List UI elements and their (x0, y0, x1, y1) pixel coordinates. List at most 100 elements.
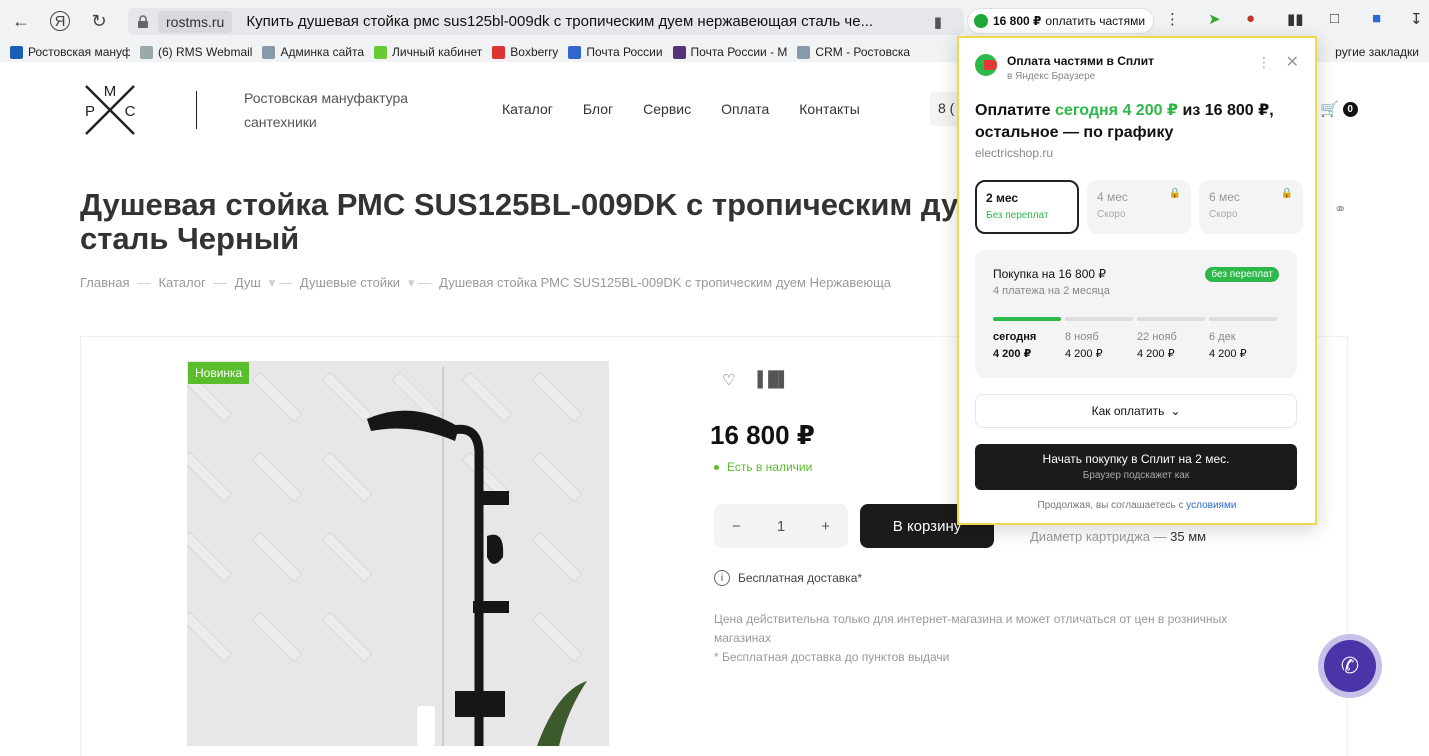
post-icon (672, 45, 686, 59)
phone-icon: ✆ (1324, 640, 1376, 692)
split-pill-label: оплатить частями (1045, 14, 1146, 28)
reload-icon[interactable]: ↻ (84, 6, 114, 36)
back-icon[interactable]: ← (6, 6, 36, 36)
call-button[interactable]: ✆ (1318, 634, 1382, 698)
chat-icon[interactable]: □ (1330, 10, 1339, 27)
product-actions: ♡ ▌█▌ (722, 371, 789, 389)
breadcrumb: Главная — Каталог — Душ ▾ — Душевые стойки ▾… (80, 275, 892, 291)
split-logo-icon (975, 54, 997, 76)
popup-headline: Оплатите сегодня 4 200 ₽ из 16 800 ₽, ос… (975, 102, 1274, 141)
lock-icon: 🔒 (1280, 188, 1293, 199)
bookmark-item[interactable]: Ростовская мануф (10, 45, 130, 59)
breadcrumb-catalog[interactable]: Каталог (158, 275, 205, 291)
cart-icon: 🛒 (1320, 101, 1339, 118)
address-bar[interactable]: rostms.ru Купить душевая стойка рмс sus1… (128, 8, 964, 35)
breadcrumb-shower-stands[interactable]: Душевые стойки (300, 275, 400, 291)
bookmark-item[interactable]: CRM - Ростовска (797, 45, 910, 59)
bookmark-item[interactable]: Boxberry (492, 45, 558, 59)
phone-number[interactable]: 8 ( (930, 92, 958, 126)
qty-plus-button[interactable]: + (821, 518, 830, 535)
bookmark-item[interactable]: (6) RMS Webmail (140, 45, 252, 59)
main-menu: Каталог Блог Сервис Оплата Контакты (502, 101, 860, 117)
payment-item: 22 нояб 4 200 ₽ (1137, 331, 1177, 360)
payment-item: 8 нояб 4 200 ₽ (1065, 331, 1103, 360)
breadcrumb-home[interactable]: Главная (80, 275, 129, 291)
webmail-icon (140, 45, 153, 59)
post-icon (568, 45, 582, 59)
popup-title: Оплата частями в Сплит (1007, 54, 1155, 68)
payment-item: сегодня 4 200 ₽ (993, 331, 1037, 360)
extension-icon[interactable]: ➤ (1208, 10, 1221, 28)
quantity-stepper: − 1 + (714, 504, 848, 548)
qty-value[interactable]: 1 (777, 518, 785, 535)
split-popup: Оплата частями в Сплит в Яндекс Браузере… (957, 36, 1317, 525)
term-option-4m[interactable]: 🔒 4 мес Скоро (1087, 180, 1191, 234)
how-to-pay-button[interactable]: Как оплатить ⌄ (975, 394, 1297, 428)
spec-row: Диаметр картриджа — 35 мм (1030, 529, 1207, 544)
start-split-button[interactable]: Начать покупку в Сплит на 2 мес. Браузер… (975, 444, 1297, 490)
share-icon[interactable]: ⚭ (1334, 200, 1347, 218)
logo-letter-c: C (125, 103, 136, 120)
shield-icon[interactable]: ■ (1372, 10, 1381, 27)
payment-schedule: Покупка на 16 800 ₽ 4 платежа на 2 месяц… (975, 250, 1297, 378)
schedule-subtitle: 4 платежа на 2 месяца (993, 285, 1110, 297)
menu-item-payment[interactable]: Оплата (721, 101, 769, 117)
split-pill-button[interactable]: 16 800 ₽ оплатить частями (968, 9, 1154, 33)
lock-icon: 🔒 (1168, 188, 1181, 199)
cabinet-icon (374, 45, 387, 59)
more-icon[interactable]: ⋮ (1165, 10, 1180, 28)
bookmark-item[interactable]: Личный кабинет (374, 45, 482, 59)
crm-icon (797, 45, 811, 59)
progress-segment (1137, 317, 1205, 321)
logo-letter-m: M (104, 83, 117, 100)
rms-logo[interactable]: M P C (82, 82, 138, 138)
download-icon[interactable]: ↧ (1410, 10, 1423, 28)
term-selector: 2 мес Без переплат 🔒 4 мес Скоро 🔒 6 мес… (975, 180, 1303, 234)
bookmark-item[interactable]: Почта России (568, 45, 663, 59)
term-option-2m[interactable]: 2 мес Без переплат (975, 180, 1079, 234)
favorite-icon[interactable]: ♡ (722, 371, 735, 389)
bookmark-item[interactable]: Почта России - М (672, 45, 787, 59)
popup-subtitle: в Яндекс Браузере (1007, 71, 1096, 82)
boxberry-icon (492, 45, 506, 59)
progress-segment (1065, 317, 1133, 321)
tab-title: Купить душевая стойка рмс sus125bl-009dk… (246, 13, 874, 30)
close-icon[interactable]: ✕ (1286, 52, 1299, 72)
bookmark-item[interactable]: Админка сайта (262, 45, 364, 59)
price-note: Цена действительна только для интернет-м… (714, 612, 1228, 664)
product-price: 16 800 ₽ (710, 420, 815, 450)
cart-button[interactable]: 🛒 0 (1320, 100, 1358, 118)
product-photo[interactable] (187, 361, 609, 746)
term-option-6m[interactable]: 🔒 6 мес Скоро (1199, 180, 1303, 234)
breadcrumb-shower[interactable]: Душ (235, 275, 261, 291)
agreement-text: Продолжая, вы соглашаетесь с условиями (1037, 500, 1237, 511)
avatar-icon[interactable]: ● (1246, 10, 1255, 27)
stock-dot-icon (714, 464, 719, 470)
menu-item-service[interactable]: Сервис (643, 101, 691, 117)
schedule-progress (993, 317, 1277, 321)
schedule-title: Покупка на 16 800 ₽ (993, 267, 1107, 281)
qty-minus-button[interactable]: − (732, 518, 741, 535)
payment-item: 6 дек 4 200 ₽ (1209, 331, 1247, 360)
menu-item-contacts[interactable]: Контакты (799, 101, 859, 117)
battery-icon: ▮▮ (1287, 11, 1304, 28)
stock-status: Есть в наличии (714, 460, 812, 474)
menu-item-blog[interactable]: Блог (583, 101, 613, 117)
new-badge: Новинка (188, 362, 250, 384)
rms-favicon-icon (10, 45, 23, 59)
shop-name: electricshop.ru (975, 146, 1054, 160)
more-icon[interactable]: ⋮ (1257, 54, 1271, 71)
no-overpay-badge: без переплат (1205, 267, 1279, 282)
progress-segment (993, 317, 1061, 321)
bookmark-icon[interactable]: ▮ (934, 13, 942, 31)
menu-item-catalog[interactable]: Каталог (502, 101, 553, 117)
admin-icon (262, 45, 276, 59)
shower-stand-image (367, 367, 587, 746)
yandex-icon[interactable]: Я (50, 11, 70, 31)
lock-icon (138, 14, 148, 28)
logo-letter-p: P (85, 103, 95, 120)
other-bookmarks[interactable]: ругие закладки (1335, 45, 1419, 59)
compare-icon[interactable]: ▌█▌ (757, 371, 789, 389)
url-domain[interactable]: rostms.ru (158, 10, 233, 33)
terms-link[interactable]: условиями (1186, 500, 1236, 511)
